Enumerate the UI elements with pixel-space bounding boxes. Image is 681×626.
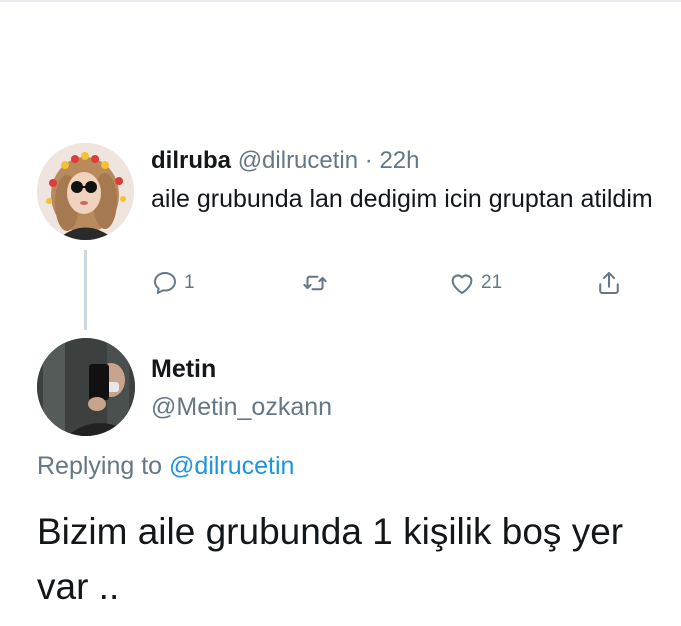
retweet-button[interactable] [300, 268, 330, 298]
reply-button[interactable]: 1 [150, 268, 195, 298]
share-icon [599, 272, 619, 294]
reply-count: 1 [184, 272, 195, 293]
separator-dot: · [364, 147, 373, 174]
reply-author-handle[interactable]: @Metin_ozkann [151, 393, 332, 422]
avatar-metin[interactable] [37, 338, 135, 436]
replying-to-label: Replying to [37, 452, 163, 480]
avatar-dilruba-image [37, 143, 134, 240]
share-button[interactable] [594, 268, 624, 298]
tweet-text: aile grubunda lan dedigim icin gruptan a… [151, 185, 653, 213]
like-button[interactable]: 21 [447, 268, 502, 298]
reply-text: Bizim aile grubunda 1 kişilik boş yer va… [37, 511, 624, 607]
avatar-dilruba[interactable] [37, 143, 134, 240]
reply-icon [154, 272, 176, 294]
top-divider [0, 0, 681, 2]
retweet-icon [303, 275, 327, 291]
tweet-time[interactable]: 22h [379, 147, 419, 174]
replying-to-mention[interactable]: @dilrucetin [169, 452, 294, 480]
like-icon [451, 274, 473, 294]
reply-author-name[interactable]: Metin [151, 355, 216, 384]
author-name[interactable]: dilruba [151, 147, 231, 174]
replying-to-line: Replying to @dilrucetin [37, 452, 294, 481]
like-count: 21 [481, 272, 503, 293]
tweet-header: dilruba @dilrucetin · 22h [151, 147, 420, 175]
tweet-actions: 1 21 [0, 268, 681, 302]
author-handle[interactable]: @dilrucetin [238, 147, 358, 174]
avatar-metin-image [37, 338, 135, 436]
